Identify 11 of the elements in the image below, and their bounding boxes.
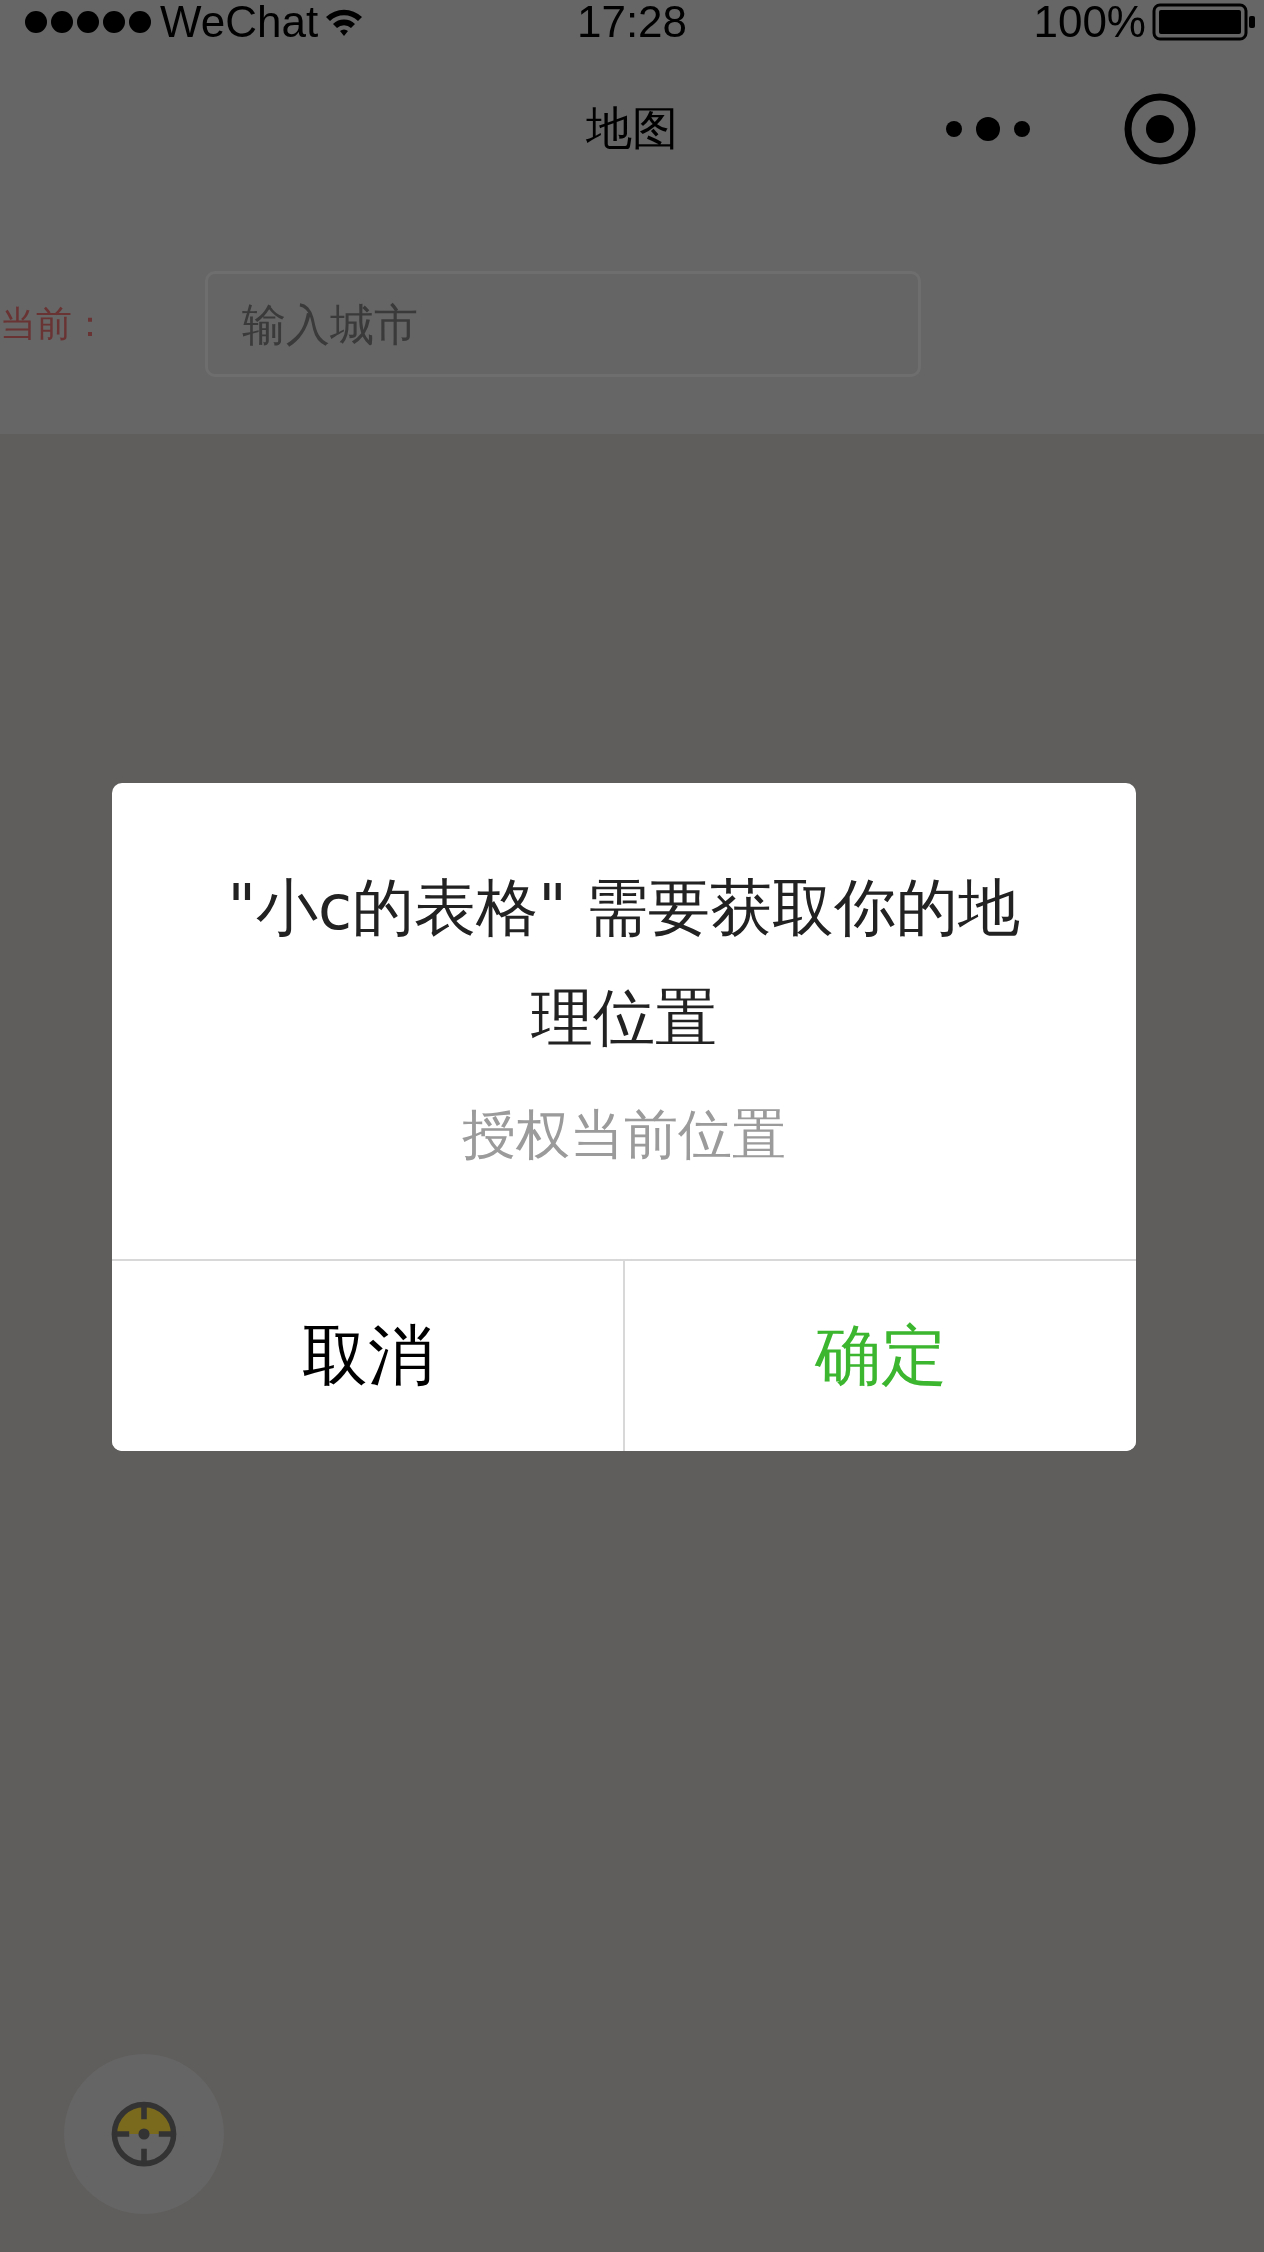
battery-percent: 100% xyxy=(1033,0,1146,44)
close-icon[interactable] xyxy=(1122,91,1198,167)
clock-time: 17:28 xyxy=(576,0,688,44)
battery-icon xyxy=(1152,3,1256,41)
carrier-name: WeChat xyxy=(160,0,319,44)
more-icon[interactable] xyxy=(944,116,1032,142)
dialog-message: 授权当前位置 xyxy=(462,1102,786,1168)
page-title: 地图 xyxy=(586,100,678,157)
dialog-title: "小c的表格" 需要获取你的地理位置 xyxy=(226,870,1022,1056)
signal-icon xyxy=(24,10,154,34)
wifi-icon xyxy=(324,7,365,37)
